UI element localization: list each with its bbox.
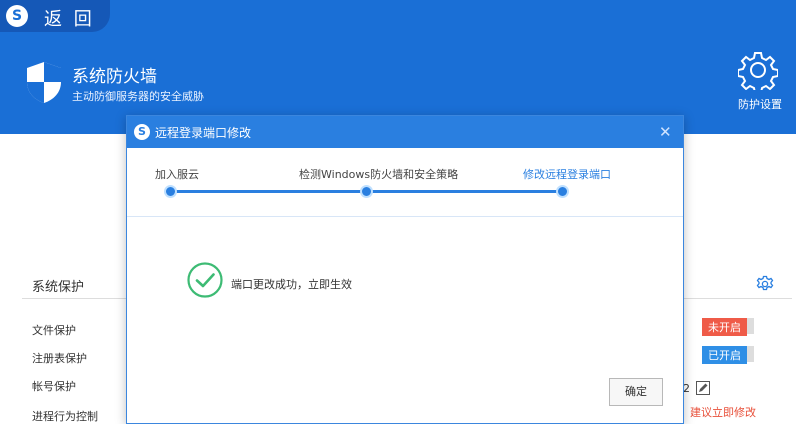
shield-icon: [27, 62, 61, 103]
divider: [682, 298, 792, 299]
page-subtitle: 主动防御服务器的安全威胁: [72, 90, 204, 103]
step-dot: [164, 185, 177, 198]
settings-label[interactable]: 防护设置: [738, 96, 782, 112]
gear-icon[interactable]: [738, 50, 778, 90]
port-change-dialog: S 远程登录端口修改 ✕ 加入服云 检测Windows防火墙和安全策略 修改远程…: [126, 115, 684, 424]
close-icon[interactable]: ✕: [659, 123, 672, 141]
header-bar: S 返 回 系统防火墙 主动防御服务器的安全威胁 防护设置: [0, 0, 796, 134]
status-badge[interactable]: 未开启: [702, 318, 747, 336]
success-message: 端口更改成功，立即生效: [231, 278, 352, 291]
s-logo-icon: S: [134, 124, 150, 140]
check-circle-icon: [187, 262, 223, 298]
list-item[interactable]: 注册表保护: [32, 350, 87, 366]
status-badge[interactable]: 已开启: [702, 346, 747, 364]
divider: [22, 298, 132, 299]
back-button[interactable]: S 返 回: [0, 0, 110, 32]
list-item[interactable]: 文件保护: [32, 322, 76, 338]
suggest-link[interactable]: 建议立即修改: [690, 404, 756, 420]
step-dot: [360, 185, 373, 198]
list-item[interactable]: 帐号保护: [32, 378, 76, 394]
section-title: 系统保护: [32, 280, 85, 295]
account-value: 2: [683, 382, 690, 395]
page-title: 系统防火墙: [72, 67, 157, 87]
gear-icon[interactable]: [756, 275, 774, 293]
confirm-button[interactable]: 确定: [609, 378, 663, 406]
s-logo-icon: S: [6, 5, 28, 27]
step-dot: [556, 185, 569, 198]
dialog-title: 远程登录端口修改: [155, 126, 252, 140]
back-label: 返 回: [44, 9, 95, 30]
step-label: 修改远程登录端口: [523, 168, 611, 181]
dialog-header: S 远程登录端口修改 ✕: [127, 116, 683, 148]
step-label: 加入服云: [155, 168, 199, 181]
progress-steps: 加入服云 检测Windows防火墙和安全策略 修改远程登录端口: [127, 148, 683, 217]
pencil-icon[interactable]: [696, 381, 710, 395]
step-label: 检测Windows防火墙和安全策略: [299, 168, 459, 181]
